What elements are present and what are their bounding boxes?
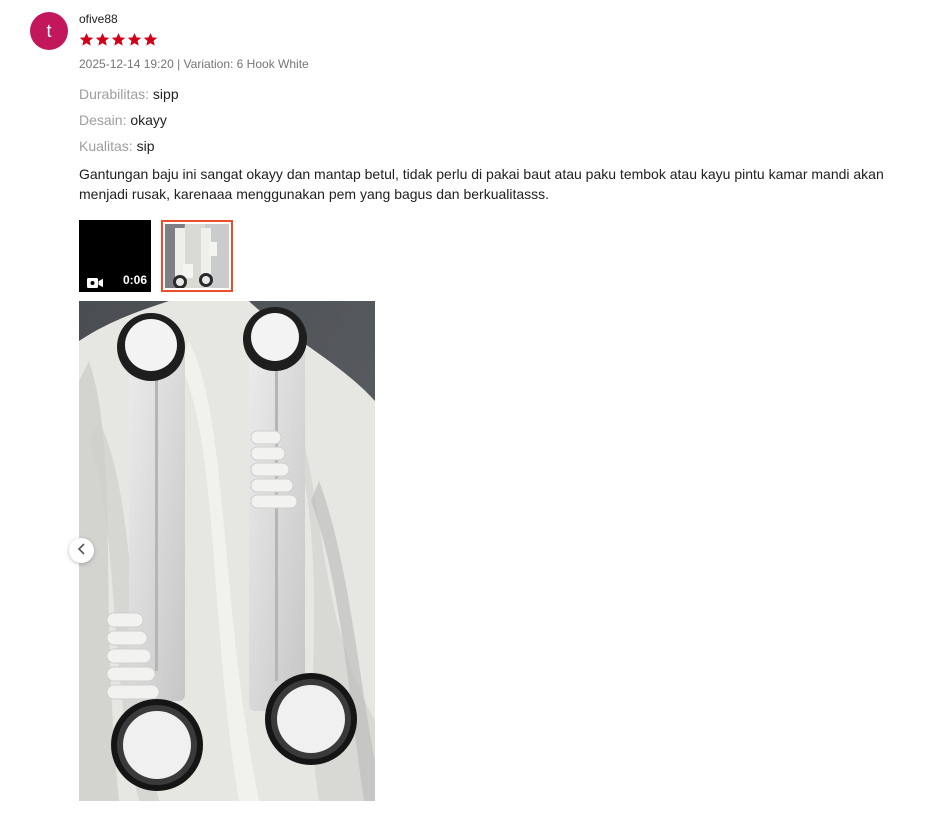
attribute-label: Desain:: [79, 112, 127, 128]
media-preview-image: [79, 301, 375, 801]
star-icon: [111, 32, 126, 47]
chevron-left-icon: [77, 542, 87, 560]
attribute-label: Durabilitas:: [79, 86, 150, 102]
video-duration: 0:06: [122, 273, 147, 287]
attribute-quality: Kualitas: sip: [79, 138, 893, 155]
review-attributes: Durabilitas: sipp Desain: okayy Kualitas…: [79, 86, 893, 155]
media-thumbnails: 0:06: [79, 220, 893, 292]
video-thumbnail[interactable]: 0:06: [79, 220, 151, 292]
review-comment: Gantungan baju ini sangat okayy dan mant…: [79, 166, 884, 202]
attribute-durability: Durabilitas: sipp: [79, 86, 893, 103]
star-icon: [143, 32, 158, 47]
product-review: t ofive88 2025-12-14 19:20 | Variation: …: [0, 0, 933, 813]
photo-thumbnail-selected[interactable]: [161, 220, 233, 292]
star-icon: [127, 32, 142, 47]
star-icon: [79, 32, 94, 47]
username: ofive88: [79, 12, 118, 26]
previous-media-button[interactable]: [69, 538, 94, 563]
review-date-variation: 2025-12-14 19:20 | Variation: 6 Hook Whi…: [79, 57, 309, 71]
review-content: ofive88 2025-12-14 19:20 | Variation: 6 …: [79, 12, 893, 292]
star-icon: [95, 32, 110, 47]
video-camera-icon: [87, 275, 103, 288]
photo-thumbnail: [165, 224, 229, 288]
attribute-label: Kualitas:: [79, 138, 133, 154]
avatar[interactable]: t: [30, 12, 68, 50]
star-rating: [79, 32, 893, 48]
attribute-value: okayy: [130, 112, 167, 128]
attribute-design: Desain: okayy: [79, 112, 893, 129]
attribute-value: sip: [136, 138, 155, 154]
attribute-value: sipp: [152, 86, 179, 102]
